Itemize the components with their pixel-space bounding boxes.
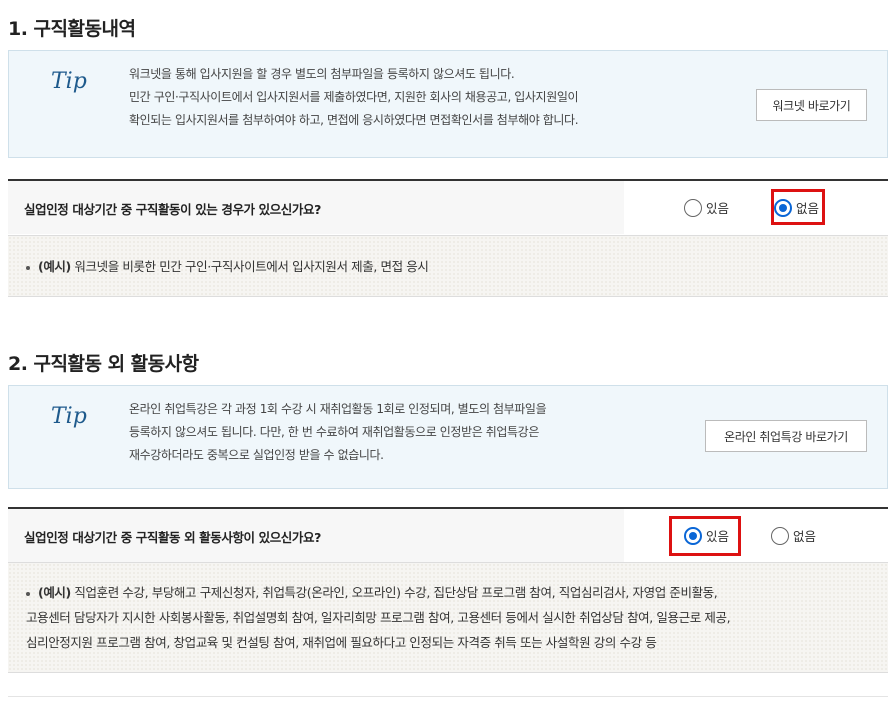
radio-circle[interactable] [684,198,702,217]
divider [8,696,888,697]
tip-box-job-search: Tip 워크넷을 통해 입사지원을 할 경우 별도의 첨부파일을 등록하지 않으… [8,50,888,158]
section-1-title: 1. 구직활동내역 [8,18,136,40]
worknet-link-button[interactable]: 워크넷 바로가기 [756,89,867,121]
question-row-job-search: 실업인정 대상기간 중 구직활동이 있는 경우가 있으신가요? 있음 없음 [8,179,888,234]
radio-label: 없음 [793,529,817,544]
bullet-icon [26,591,30,596]
example-line: 고용센터 담당자가 지시한 사회봉사활동, 취업설명회 참여, 일자리희망 프로… [26,610,731,625]
tip-text: 온라인 취업특강은 각 과정 1회 수강 시 재취업활동 1회로 인정되며, 별… [129,398,547,467]
radio-label: 있음 [706,201,730,216]
bullet-icon [26,265,30,270]
example-line: 직업훈련 수강, 부당해고 구제신청자, 취업특강(온라인, 오프라인) 수강,… [74,585,718,600]
radio-circle-checked[interactable] [684,526,702,545]
question-text: 실업인정 대상기간 중 구직활동 외 활동사항이 있으신가요? [24,530,321,545]
tip-text: 워크넷을 통해 입사지원을 할 경우 별도의 첨부파일을 등록하지 않으셔도 됩… [129,63,579,132]
radio-yes-other-activity[interactable]: 있음 [684,526,729,545]
tip-line: 온라인 취업특강은 각 과정 1회 수강 시 재취업활동 1회로 인정되며, 별… [129,402,547,416]
question-text: 실업인정 대상기간 중 구직활동이 있는 경우가 있으신가요? [24,202,321,217]
radio-circle-checked[interactable] [774,198,792,217]
question-options-bg [624,509,888,562]
section-2-title: 2. 구직활동 외 활동사항 [8,353,199,375]
tip-line: 확인되는 입사지원서를 첨부하여야 하고, 면접에 응시하였다면 면접확인서를 … [129,113,579,127]
tip-line: 등록하지 않으셔도 됩니다. 다만, 한 번 수료하여 재취업활동으로 인정받은… [129,425,539,439]
tip-line: 민간 구인·구직사이트에서 입사지원서를 제출하였다면, 지원한 회사의 채용공… [129,90,579,104]
example-label: (예시) [38,585,71,600]
radio-label: 있음 [706,529,730,544]
tip-icon: Tip [51,69,87,94]
radio-circle[interactable] [771,526,789,545]
radio-no-job-search[interactable]: 없음 [774,198,819,217]
radio-label: 없음 [796,201,820,216]
tip-box-other-activity: Tip 온라인 취업특강은 각 과정 1회 수강 시 재취업활동 1회로 인정되… [8,385,888,489]
example-label: (예시) [38,259,71,274]
radio-no-other-activity[interactable]: 없음 [771,526,816,545]
example-line: 워크넷을 비롯한 민간 구인·구직사이트에서 입사지원서 제출, 면접 응시 [74,259,429,274]
example-line: 심리안정지원 프로그램 참여, 창업교육 및 컨설팅 참여, 재취업에 필요하다… [26,635,657,650]
example-text: (예시) 직업훈련 수강, 부당해고 구제신청자, 취업특강(온라인, 오프라인… [26,580,886,655]
example-text: (예시) 워크넷을 비롯한 민간 구인·구직사이트에서 입사지원서 제출, 면접… [26,254,429,279]
online-lecture-link-button[interactable]: 온라인 취업특강 바로가기 [705,420,867,452]
tip-icon: Tip [51,404,87,429]
tip-line: 워크넷을 통해 입사지원을 할 경우 별도의 첨부파일을 등록하지 않으셔도 됩… [129,67,515,81]
radio-yes-job-search[interactable]: 있음 [684,198,729,217]
example-box-job-search: (예시) 워크넷을 비롯한 민간 구인·구직사이트에서 입사지원서 제출, 면접… [8,235,888,297]
question-options-bg [624,181,888,234]
tip-line: 재수강하더라도 중복으로 실업인정 받을 수 없습니다. [129,448,384,462]
question-row-other-activity: 실업인정 대상기간 중 구직활동 외 활동사항이 있으신가요? 있음 없음 [8,507,888,562]
example-box-other-activity: (예시) 직업훈련 수강, 부당해고 구제신청자, 취업특강(온라인, 오프라인… [8,562,888,673]
